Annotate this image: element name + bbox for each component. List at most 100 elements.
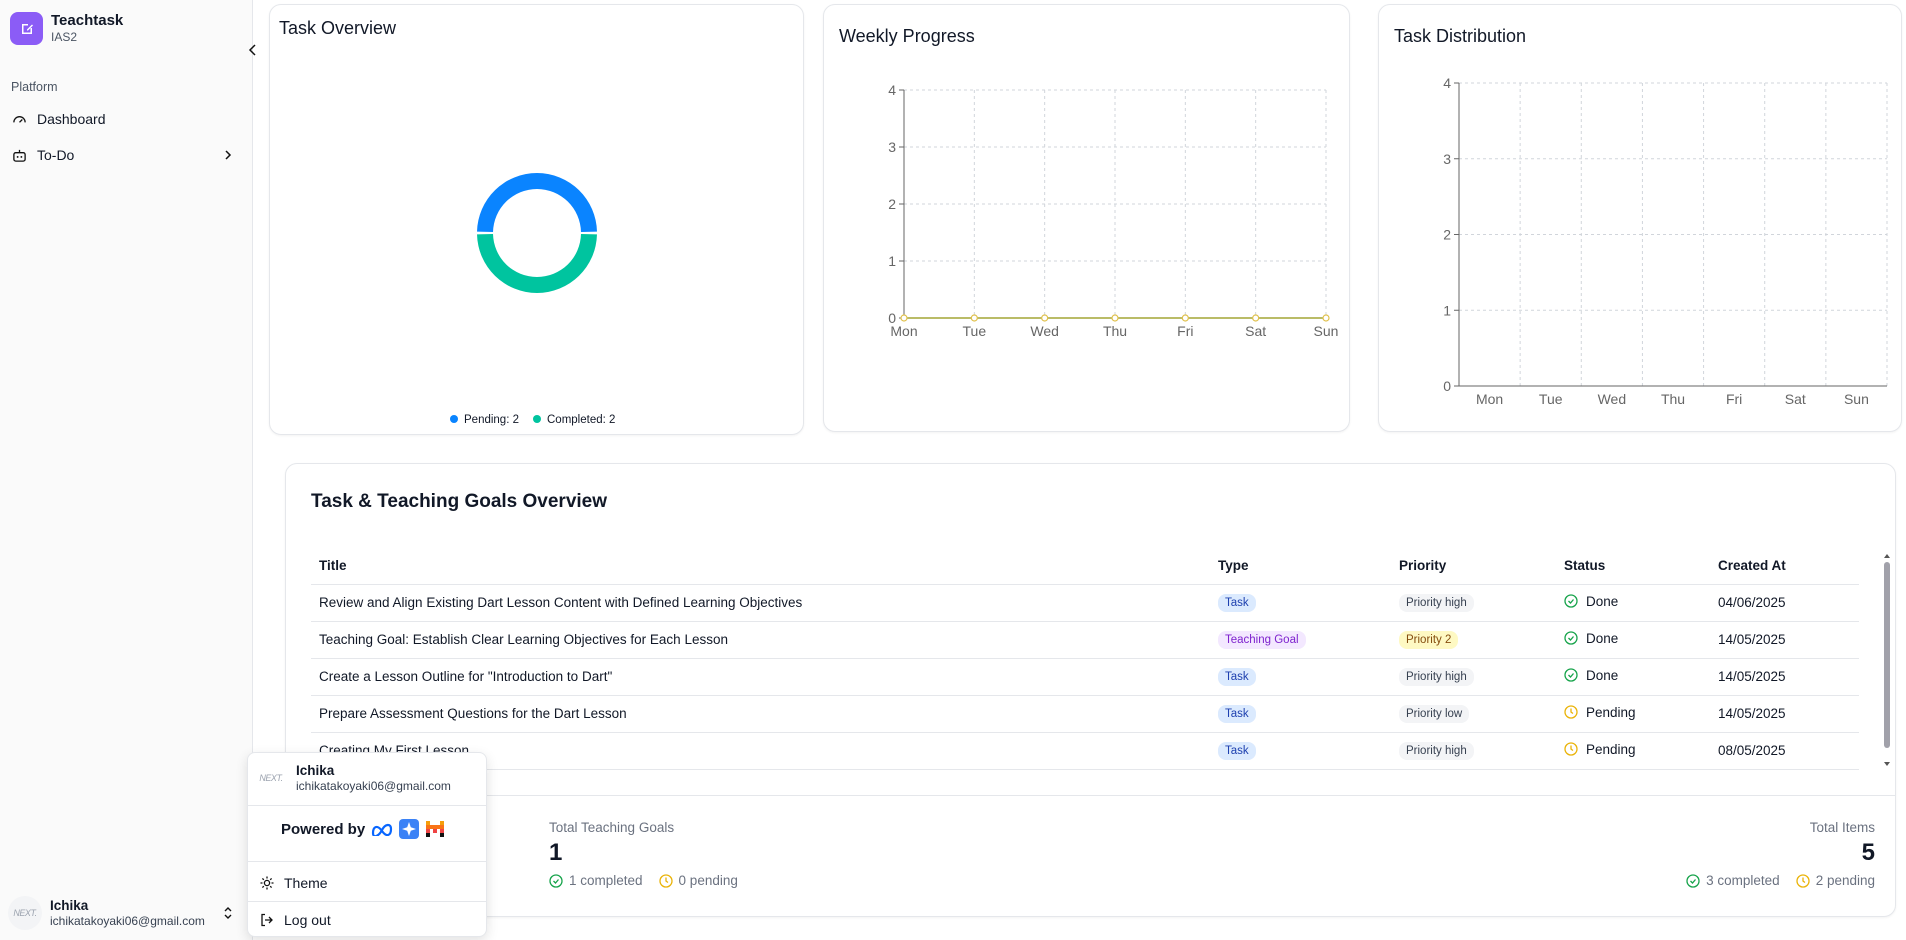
app-subtitle: IAS2 xyxy=(51,30,78,44)
cell-created-at: 14/05/2025 xyxy=(1710,658,1859,696)
avatar: NEXT. xyxy=(254,761,288,795)
cell-type: Teaching Goal xyxy=(1210,621,1391,659)
status-badge: Done xyxy=(1564,594,1618,609)
task-distribution-card: Task Distribution 0 1 2 3 4 Mon Tue Wed Thu Fri Sa… xyxy=(1378,4,1902,432)
cell-status: Pending xyxy=(1556,695,1710,733)
popup-user-info: NEXT. Ichika ichikatakoyaki06@gmail.com xyxy=(254,761,451,795)
cell-status: Done xyxy=(1556,621,1710,659)
type-badge: Task xyxy=(1218,741,1256,760)
logout-menu-item[interactable]: Log out xyxy=(254,905,480,935)
pie-slice-completed[interactable] xyxy=(477,233,597,294)
data-point[interactable] xyxy=(970,314,978,322)
status-badge: Done xyxy=(1564,631,1618,646)
cell-created-at: 08/05/2025 xyxy=(1710,732,1859,770)
table-header-row: Title Type Priority Status Created At xyxy=(311,548,1859,585)
y-tick-label: 4 xyxy=(888,82,896,98)
table-row[interactable]: Teaching Goal: Establish Clear Learning … xyxy=(311,621,1859,659)
sidebar-item-todo[interactable]: To-Do xyxy=(6,140,240,170)
x-tick-label: Wed xyxy=(1030,323,1059,339)
cell-title: Teaching Goal: Establish Clear Learning … xyxy=(311,621,1210,659)
mistral-logo-icon xyxy=(426,821,445,837)
sidebar-item-label: To-Do xyxy=(37,147,75,163)
scroll-thumb[interactable] xyxy=(1884,562,1890,748)
table-row[interactable]: Creating My First Lesson Task Priority hig… xyxy=(311,732,1859,770)
check-circle-icon xyxy=(1564,631,1578,645)
sparkle-logo-icon xyxy=(399,819,420,839)
x-tick-label: Fri xyxy=(1726,391,1742,407)
check-circle-icon xyxy=(1686,873,1700,888)
menu-item-label: Theme xyxy=(284,875,328,891)
x-tick-label: Sun xyxy=(1844,391,1869,407)
card-title: Weekly Progress xyxy=(839,26,975,46)
cell-type: Task xyxy=(1210,732,1391,770)
stat-value: 5 xyxy=(1861,839,1875,866)
overview-card: Task & Teaching Goals Overview Title Typ… xyxy=(285,463,1896,917)
user-menu-button[interactable]: NEXT. Ichika ichikatakoyaki06@gmail.com xyxy=(4,890,242,936)
cell-status: Done xyxy=(1556,584,1710,622)
priority-badge: Priority high xyxy=(1399,593,1474,612)
column-header-created-at[interactable]: Created At xyxy=(1710,548,1859,585)
section-label: Platform xyxy=(11,80,58,94)
sun-icon xyxy=(260,876,274,890)
cell-created-at: 04/06/2025 xyxy=(1710,584,1859,622)
column-header-type[interactable]: Type xyxy=(1210,548,1391,585)
status-badge: Pending xyxy=(1564,705,1636,720)
column-header-priority[interactable]: Priority xyxy=(1391,548,1556,585)
column-header-status[interactable]: Status xyxy=(1556,548,1710,585)
menu-item-label: Log out xyxy=(284,912,331,928)
divider xyxy=(248,901,486,902)
donut-chart xyxy=(477,172,597,294)
sidebar: Teachtask IAS2 Platform Dashboard To-Do … xyxy=(0,0,253,940)
chevrons-up-down-icon xyxy=(222,906,234,920)
data-point[interactable] xyxy=(1181,314,1189,322)
bar-chart: 0 1 2 3 4 Mon Tue Wed Thu Fri Sat Sun xyxy=(1443,75,1888,407)
priority-badge: Priority high xyxy=(1399,667,1474,686)
stat-label: Total Teaching Goals xyxy=(549,820,675,835)
data-point[interactable] xyxy=(1322,314,1330,322)
brand[interactable]: Teachtask IAS2 xyxy=(10,12,123,45)
x-tick-label: Sat xyxy=(1245,323,1266,339)
stat-meta: 1 completed 0 pending xyxy=(549,873,738,888)
divider xyxy=(286,795,1895,796)
chevron-right-icon xyxy=(222,149,234,161)
x-tick-label: Tue xyxy=(1539,391,1563,407)
type-badge: Task xyxy=(1218,704,1256,723)
type-badge: Task xyxy=(1218,667,1256,686)
table-scrollbar[interactable] xyxy=(1883,552,1891,768)
data-point[interactable] xyxy=(900,314,908,322)
cell-title: Create a Lesson Outline for "Introductio… xyxy=(311,658,1210,696)
check-circle-icon xyxy=(1564,594,1578,608)
table-row[interactable]: Review and Align Existing Dart Lesson Co… xyxy=(311,584,1859,622)
data-point[interactable] xyxy=(1111,314,1119,322)
cell-type: Task xyxy=(1210,584,1391,622)
y-tick-label: 3 xyxy=(1443,151,1451,167)
data-point[interactable] xyxy=(1252,314,1260,322)
cell-status: Done xyxy=(1556,658,1710,696)
bot-icon xyxy=(12,148,27,163)
user-name: Ichika xyxy=(50,897,89,913)
y-tick-label: 1 xyxy=(1443,302,1451,318)
legend-item-completed: Completed: 2 xyxy=(533,414,615,426)
table-row[interactable]: Create a Lesson Outline for "Introductio… xyxy=(311,658,1859,696)
powered-by: Powered by xyxy=(281,819,445,839)
overview-table: Title Type Priority Status Created At Re… xyxy=(311,548,1859,770)
task-overview-card: Task Overview Pending: 2 Completed: 2 xyxy=(269,4,804,435)
column-header-title[interactable]: Title xyxy=(311,548,1210,585)
y-tick-label: 0 xyxy=(1443,378,1451,394)
sidebar-item-dashboard[interactable]: Dashboard xyxy=(6,104,240,134)
table-row[interactable]: Prepare Assessment Questions for the Dar… xyxy=(311,695,1859,733)
chart-legend: Pending: 2 Completed: 2 xyxy=(450,414,615,426)
meta-logo-icon xyxy=(372,823,393,836)
type-badge: Teaching Goal xyxy=(1218,630,1306,649)
cell-priority: Priority 2 xyxy=(1391,621,1556,659)
section-title: Task & Teaching Goals Overview xyxy=(311,491,608,512)
theme-menu-item[interactable]: Theme xyxy=(254,868,480,898)
data-point[interactable] xyxy=(1041,314,1049,322)
x-tick-label: Thu xyxy=(1661,391,1685,407)
app-logo-icon xyxy=(10,12,43,45)
stat-meta: 3 completed 2 pending xyxy=(1686,873,1875,888)
x-tick-label: Sat xyxy=(1785,391,1806,407)
powered-by-label: Powered by xyxy=(281,820,366,838)
collapse-sidebar-button[interactable] xyxy=(244,41,262,59)
pie-slice-pending[interactable] xyxy=(477,172,597,233)
